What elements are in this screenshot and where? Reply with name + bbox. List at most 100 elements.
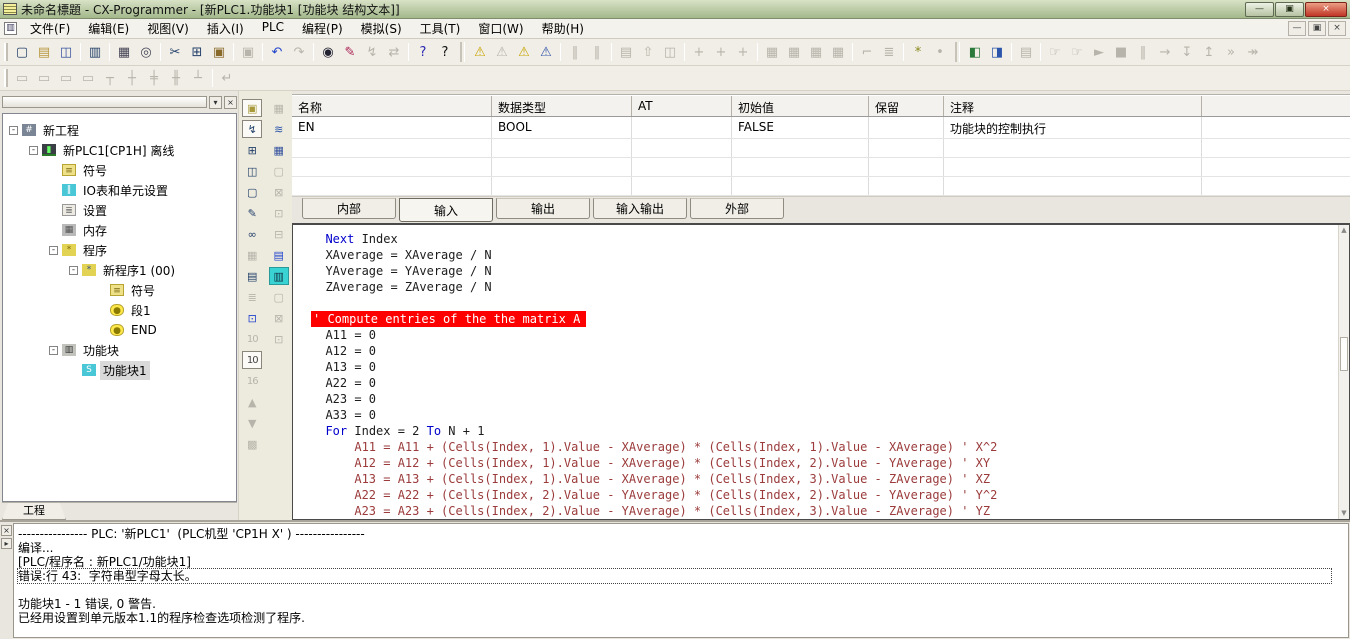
menu-f[interactable]: 文件(F) [21, 18, 79, 39]
cell[interactable] [492, 158, 632, 176]
mdi-close-button[interactable]: × [1328, 21, 1346, 36]
undo-icon[interactable]: ↶ [266, 42, 288, 62]
io-comment-view-icon[interactable]: ▢ [242, 183, 262, 201]
cell[interactable] [632, 158, 732, 176]
tree-item-plc-1[interactable]: -▮新PLC1[CP1H] 离线 [3, 140, 236, 160]
help-icon[interactable]: ? [412, 42, 434, 62]
column-header-4[interactable]: 初始值 [732, 96, 869, 116]
copy-icon[interactable]: ⊞ [186, 42, 208, 62]
cell[interactable] [492, 139, 632, 157]
cell[interactable] [292, 177, 492, 195]
page-setup-icon[interactable]: ▥ [84, 42, 106, 62]
menu-t[interactable]: 工具(T) [411, 18, 470, 39]
tree-item-symbols-8[interactable]: ≡符号 [3, 280, 236, 300]
expand-toggle-icon[interactable]: - [69, 266, 78, 275]
output-line[interactable]: ---------------- PLC: '新PLC1' (PLC机型 'CP… [18, 527, 365, 541]
table-row[interactable] [292, 158, 1350, 177]
cell[interactable] [869, 117, 944, 138]
print-icon[interactable]: ▦ [113, 42, 135, 62]
tab-0[interactable]: 内部 [302, 198, 396, 219]
tree-item-section-9[interactable]: ●段1 [3, 300, 236, 320]
tab-project[interactable]: 工程 [2, 503, 66, 520]
code-line[interactable]: A12 = A12 + (Cells(Index, 1).Value - XAv… [311, 455, 1335, 471]
code-line[interactable]: A11 = A11 + (Cells(Index, 1).Value - XAv… [311, 439, 1335, 455]
address-binary-view-icon[interactable]: ⊡ [242, 309, 262, 327]
work-online-simulator-icon[interactable]: ◨ [986, 42, 1008, 62]
layers-icon[interactable]: ≋ [269, 120, 289, 138]
column-header-5[interactable]: 保留 [869, 96, 944, 116]
restore-button[interactable]: ▣ [1275, 2, 1304, 17]
code-line[interactable]: A22 = A22 + (Cells(Index, 2).Value - YAv… [311, 487, 1335, 503]
menu-i[interactable]: 插入(I) [198, 18, 253, 39]
compile-icon[interactable]: ⚠ [469, 42, 491, 62]
st-editor-icon[interactable]: ▥ [269, 267, 289, 285]
code-line[interactable] [311, 295, 1335, 311]
tree-item-program-7[interactable]: -*新程序1 (00) [3, 260, 236, 280]
cut-icon[interactable]: ✂ [164, 42, 186, 62]
cell[interactable] [632, 177, 732, 195]
cell[interactable] [732, 139, 869, 157]
compile-output[interactable]: ---------------- PLC: '新PLC1' (PLC机型 'CP… [13, 523, 1349, 638]
cell[interactable]: EN [292, 117, 492, 138]
code-line[interactable]: A33 = 0 [311, 407, 1335, 423]
cell[interactable] [292, 158, 492, 176]
menu-s[interactable]: 模拟(S) [352, 18, 411, 39]
code-line[interactable]: A12 = 0 [311, 343, 1335, 359]
tab-1[interactable]: 输入 [399, 198, 493, 222]
cell[interactable] [632, 139, 732, 157]
cell[interactable] [869, 139, 944, 157]
cell[interactable] [732, 158, 869, 176]
project-pane-close-icon[interactable]: × [224, 96, 237, 109]
tree-item-iotable-3[interactable]: ‖IO表和单元设置 [3, 180, 236, 200]
expand-toggle-icon[interactable]: - [49, 346, 58, 355]
cell[interactable] [944, 158, 1202, 176]
column-header-2[interactable]: 数据类型 [492, 96, 632, 116]
expand-toggle-icon[interactable]: - [9, 126, 18, 135]
differential-monitor-icon[interactable]: * [907, 42, 929, 62]
column-header-1[interactable]: 名称 [292, 96, 492, 116]
tree-item-programs-6[interactable]: -*程序 [3, 240, 236, 260]
tree-item-memory-5[interactable]: ▦内存 [3, 220, 236, 240]
scroll-up-icon[interactable]: ▲ [1339, 225, 1349, 236]
work-online-icon[interactable]: ◧ [964, 42, 986, 62]
code-line[interactable]: XAverage = XAverage / N [311, 247, 1335, 263]
expand-toggle-icon[interactable]: - [29, 146, 38, 155]
toolbar-grip[interactable] [4, 69, 8, 87]
expand-toggle-icon[interactable]: - [49, 246, 58, 255]
output-line[interactable]: [PLC/程序名 : 新PLC1/功能块1] [18, 555, 191, 569]
save-icon[interactable]: ◫ [55, 42, 77, 62]
cell[interactable] [869, 177, 944, 195]
mnemonic-view-icon[interactable]: ▤ [242, 267, 262, 285]
menu-e[interactable]: 编辑(E) [79, 18, 138, 39]
code-line[interactable]: A23 = 0 [311, 391, 1335, 407]
toolbar-grip[interactable] [4, 43, 8, 61]
calendar-grid-icon[interactable]: ▦ [269, 141, 289, 159]
minimize-button[interactable]: — [1245, 2, 1274, 17]
column-header-3[interactable]: AT [632, 96, 732, 116]
st-code[interactable]: Next Index XAverage = XAverage / N YAver… [293, 225, 1349, 519]
tree-item-project-0[interactable]: -#新工程 [3, 120, 236, 140]
menu-plc[interactable]: PLC [253, 18, 293, 39]
find-warning-icon[interactable]: ⚠ [513, 42, 535, 62]
mdi-restore-button[interactable]: ▣ [1308, 21, 1326, 36]
cell[interactable] [869, 158, 944, 176]
output-line[interactable]: 已经用设置到单元版本1.1的程序检查选项检测了程序. [18, 611, 305, 625]
paste-icon[interactable]: ▣ [208, 42, 230, 62]
output-scroll-icon[interactable]: ▸ [1, 538, 12, 549]
output-close-icon[interactable]: × [1, 525, 12, 536]
replace-icon[interactable]: ✎ [339, 42, 361, 62]
code-line[interactable]: Next Index [311, 231, 1335, 247]
view-split-icon[interactable]: ◫ [242, 162, 262, 180]
context-help-icon[interactable]: ? [434, 42, 456, 62]
code-line[interactable]: For Index = 2 To N + 1 [311, 423, 1335, 439]
cell[interactable] [492, 177, 632, 195]
cell[interactable] [944, 139, 1202, 157]
tree-item-symbols-2[interactable]: ≡符号 [3, 160, 236, 180]
compile-function-block-icon[interactable]: ↯ [242, 120, 262, 138]
tree-item-fb-12[interactable]: S功能块1 [3, 360, 236, 380]
close-button[interactable]: × [1305, 2, 1347, 17]
output-line[interactable]: 编译... [18, 541, 53, 555]
chevron-down-icon[interactable]: ▾ [209, 96, 222, 109]
cell[interactable] [732, 177, 869, 195]
scrollbar-thumb[interactable] [1340, 337, 1348, 371]
